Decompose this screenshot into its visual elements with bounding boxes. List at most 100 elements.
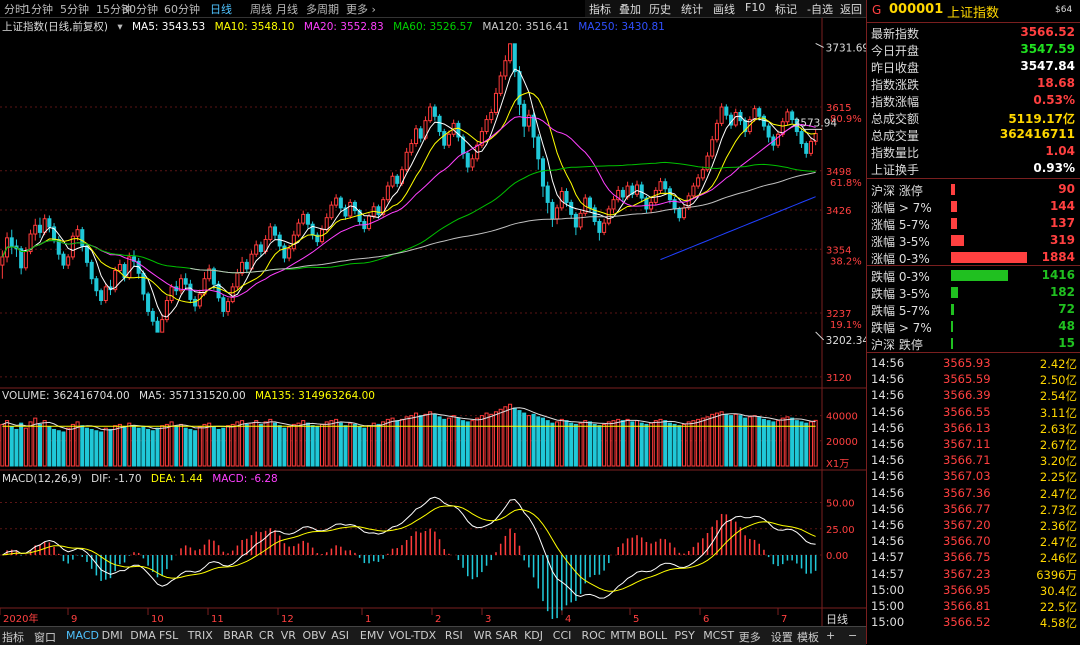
breadth-value: 1884 bbox=[1041, 250, 1075, 264]
stat-row: 昨日收盘 3547.84 bbox=[867, 58, 1077, 75]
indicator-tab-1[interactable]: 窗口 bbox=[34, 629, 56, 645]
period-tab-8[interactable]: 月线 bbox=[276, 1, 298, 17]
tick-volume: 2.47亿 bbox=[1039, 486, 1077, 501]
volume-bar bbox=[301, 420, 306, 467]
volume-bar bbox=[409, 415, 414, 467]
period-tab-2[interactable]: 5分钟 bbox=[60, 1, 89, 17]
volume-bar bbox=[517, 410, 522, 467]
macd-tick-label: 25.00 bbox=[826, 525, 855, 536]
breadth-row: 跌幅 5-7% 72 bbox=[867, 301, 1077, 318]
indicator-tab-4[interactable]: DMA bbox=[130, 629, 156, 642]
tab-bar-control-0[interactable]: 模板 bbox=[797, 629, 819, 645]
macd-name[interactable]: MACD(12,26,9) bbox=[2, 473, 82, 485]
main-title[interactable]: 上证指数(日线,前复权) bbox=[2, 21, 108, 33]
indicator-tab-5[interactable]: FSL bbox=[159, 629, 178, 642]
indicator-tab-16[interactable]: SAR bbox=[495, 629, 517, 642]
candle-body bbox=[404, 151, 409, 171]
toolbar-button-0[interactable]: 指标 bbox=[589, 1, 611, 17]
indicator-tab-20[interactable]: MTM bbox=[610, 629, 636, 642]
breadth-label: 跌幅 5-7% bbox=[871, 304, 930, 318]
volume-bar bbox=[606, 421, 611, 467]
volume-bar bbox=[780, 417, 785, 467]
indicator-tab-25[interactable]: 设置 bbox=[771, 629, 793, 645]
toolbar-button-8[interactable]: 返回 bbox=[840, 1, 862, 17]
indicator-tab-15[interactable]: WR bbox=[474, 629, 493, 642]
period-tab-6[interactable]: 日线 bbox=[210, 1, 232, 17]
volume-bar bbox=[813, 419, 818, 467]
volume-bar bbox=[131, 425, 137, 467]
volume-bar bbox=[667, 422, 672, 467]
security-code: 000001 bbox=[889, 2, 944, 17]
volume-bar bbox=[686, 421, 691, 467]
tab-bar-control-1[interactable]: + bbox=[826, 629, 835, 642]
indicator-tab-19[interactable]: ROC bbox=[582, 629, 606, 642]
indicator-tab-0[interactable]: 指标 bbox=[2, 629, 24, 645]
indicator-tab-12[interactable]: EMV bbox=[360, 629, 384, 642]
volume-bar bbox=[263, 421, 268, 467]
volume-bar bbox=[169, 421, 174, 467]
period-tab-7[interactable]: 周线 bbox=[250, 1, 272, 17]
indicator-tab-23[interactable]: MCST bbox=[703, 629, 734, 642]
indicator-tab-10[interactable]: OBV bbox=[303, 629, 326, 642]
candle-body bbox=[681, 207, 687, 219]
period-tab-0[interactable]: 分时 bbox=[4, 1, 26, 17]
candle-body bbox=[282, 245, 287, 259]
indicator-tab-24[interactable]: 更多 bbox=[739, 629, 761, 645]
candle-body bbox=[117, 264, 122, 272]
volume-bar bbox=[197, 426, 202, 467]
period-tab-10[interactable]: 更多 › bbox=[346, 1, 376, 17]
indicator-tab-3[interactable]: DMI bbox=[102, 629, 123, 642]
volume-bar bbox=[776, 420, 781, 467]
tick-time: 14:56 bbox=[871, 485, 905, 500]
kline-chart-area[interactable]: 361580.9%349861.8%3426335438.2%323719.1%… bbox=[0, 18, 866, 626]
tick-time: 14:56 bbox=[871, 356, 905, 370]
volume-bar bbox=[56, 430, 61, 467]
toolbar-button-7[interactable]: -自选 bbox=[807, 1, 833, 17]
indicator-tab-22[interactable]: PSY bbox=[675, 629, 695, 642]
tick-volume: 2.50亿 bbox=[1039, 373, 1077, 388]
volume-bar bbox=[489, 413, 494, 467]
indicator-tab-8[interactable]: CR bbox=[259, 629, 274, 642]
toolbar-button-2[interactable]: 历史 bbox=[649, 1, 671, 17]
tick-volume: 22.5亿 bbox=[1039, 600, 1077, 614]
toolbar-button-4[interactable]: 画线 bbox=[713, 1, 735, 17]
toolbar-button-3[interactable]: 统计 bbox=[681, 1, 703, 17]
breadth-value: 15 bbox=[1058, 336, 1075, 350]
indicator-tab-6[interactable]: TRIX bbox=[188, 629, 213, 642]
candle-body bbox=[620, 189, 625, 198]
period-tab-1[interactable]: 1分钟 bbox=[24, 1, 53, 17]
dropdown-icon[interactable]: ▾ bbox=[117, 21, 122, 33]
indicator-tab-14[interactable]: RSI bbox=[445, 629, 463, 642]
tick-volume: 2.67亿 bbox=[1039, 438, 1077, 452]
volume-bar bbox=[28, 421, 33, 467]
tab-bar-control-2[interactable]: − bbox=[848, 629, 857, 642]
indicator-tab-17[interactable]: KDJ bbox=[524, 629, 543, 642]
indicator-tab-18[interactable]: CCI bbox=[553, 629, 572, 642]
indicator-tab-21[interactable]: BOLL bbox=[639, 629, 667, 642]
period-tab-5[interactable]: 60分钟 bbox=[164, 1, 200, 17]
toolbar-button-5[interactable]: F10 bbox=[745, 1, 765, 14]
indicator-tab-7[interactable]: BRAR bbox=[223, 629, 253, 642]
candle-body bbox=[489, 111, 494, 121]
indicator-tab-13[interactable]: VOL-TDX bbox=[389, 629, 437, 642]
x-axis-label: 11 bbox=[211, 614, 224, 625]
volume-bar bbox=[0, 423, 5, 467]
volume-bar bbox=[155, 427, 160, 467]
tick-price: 3565.59 bbox=[943, 372, 991, 387]
volume-bar bbox=[503, 406, 508, 467]
candle-body bbox=[367, 215, 372, 230]
volume-bar bbox=[320, 423, 325, 467]
candle-body bbox=[301, 213, 306, 224]
price-tick-label: 3237 bbox=[826, 309, 851, 320]
stat-value: 362416711 bbox=[999, 127, 1075, 141]
period-tab-9[interactable]: 多周期 bbox=[306, 1, 339, 17]
toolbar-button-1[interactable]: 叠加 bbox=[619, 1, 641, 17]
indicator-tab-11[interactable]: ASI bbox=[331, 629, 349, 642]
period-mode-label[interactable]: 日线 bbox=[826, 611, 848, 627]
indicator-tab-9[interactable]: VR bbox=[281, 629, 296, 642]
toolbar-button-6[interactable]: 标记 bbox=[775, 1, 797, 17]
indicator-tab-2[interactable]: MACD bbox=[66, 629, 99, 642]
period-tab-4[interactable]: 30分钟 bbox=[122, 1, 158, 17]
volume-bar bbox=[141, 426, 146, 467]
candle-body bbox=[193, 298, 198, 307]
